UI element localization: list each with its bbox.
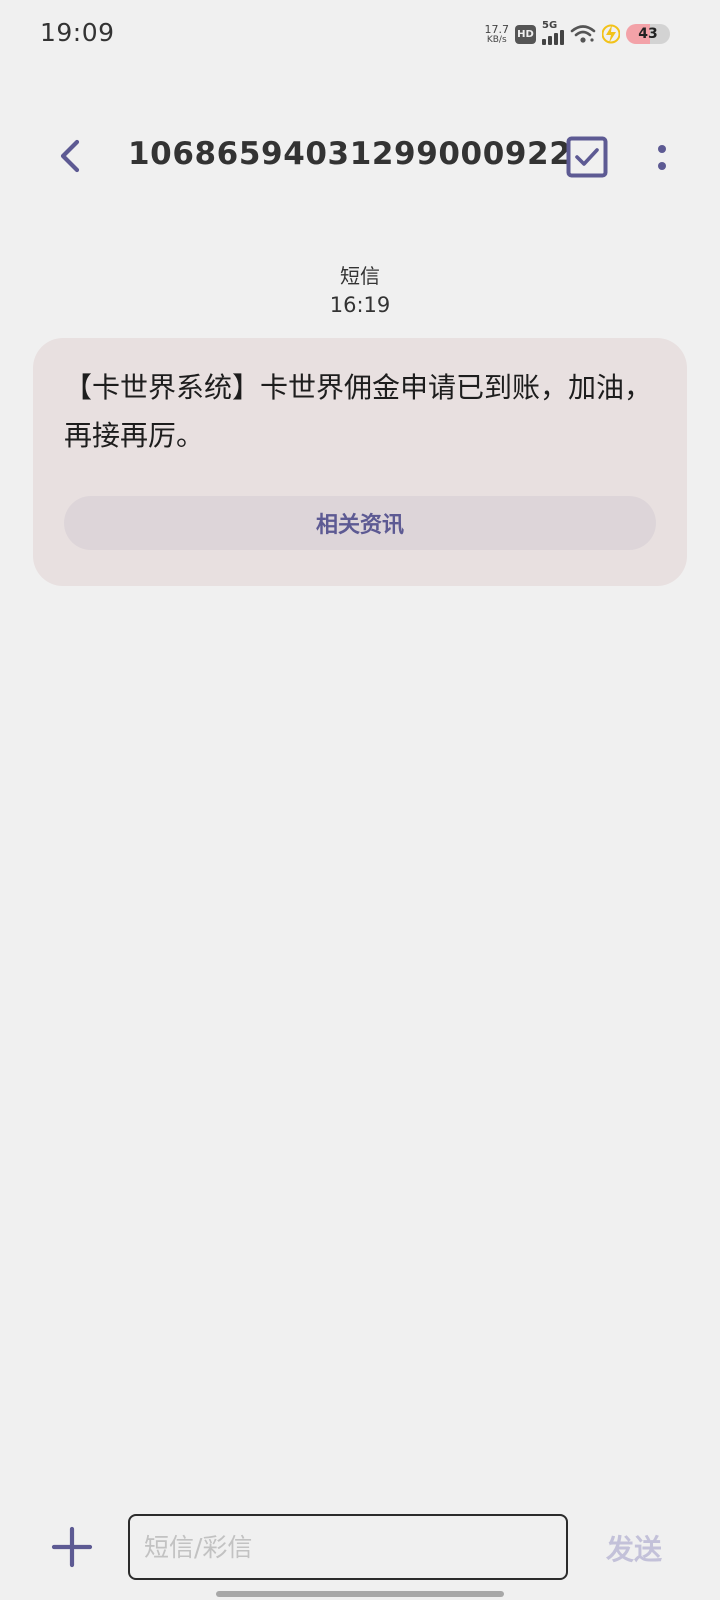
back-button[interactable]	[48, 134, 92, 178]
more-dot	[658, 161, 666, 170]
send-button[interactable]: 发送	[606, 1528, 662, 1568]
message-bubble[interactable]: 【卡世界系统】卡世界佣金申请已到账，加油，再接再厉。 相关资讯	[33, 338, 687, 586]
message-meta: 短信 16:19	[0, 262, 720, 320]
plus-icon	[51, 1526, 93, 1568]
more-dot	[658, 144, 666, 153]
cellular-signal-icon: 5G	[542, 20, 564, 45]
contact-number-title: 10686594031299000922	[128, 136, 572, 172]
home-indicator[interactable]	[216, 1591, 504, 1597]
checkbox-icon	[566, 136, 608, 178]
more-options-button[interactable]	[642, 134, 682, 180]
related-info-button[interactable]: 相关资讯	[64, 496, 656, 550]
network-speed: 17.7 KB/s	[485, 24, 510, 45]
network-type-label: 5G	[542, 20, 558, 31]
battery-icon: 43	[626, 24, 670, 44]
status-icons: 17.7 KB/s HD 5G 43	[485, 20, 670, 48]
select-messages-button[interactable]	[566, 136, 608, 178]
status-time: 19:09	[40, 18, 115, 47]
conversation-header: 10686594031299000922	[0, 120, 720, 196]
message-type-label: 短信	[340, 264, 380, 288]
chevron-left-icon	[60, 139, 80, 173]
message-time: 16:19	[329, 293, 391, 317]
wifi-icon	[570, 25, 596, 43]
add-attachment-button[interactable]	[50, 1525, 94, 1569]
charging-icon	[602, 24, 620, 44]
message-input[interactable]	[128, 1514, 568, 1580]
network-speed-unit: KB/s	[486, 34, 507, 45]
message-text: 【卡世界系统】卡世界佣金申请已到账，加油，再接再厉。	[64, 371, 653, 452]
hd-icon: HD	[515, 24, 536, 44]
network-speed-value: 17.7	[484, 22, 510, 36]
status-bar: 19:09 17.7 KB/s HD 5G 43	[0, 0, 720, 68]
